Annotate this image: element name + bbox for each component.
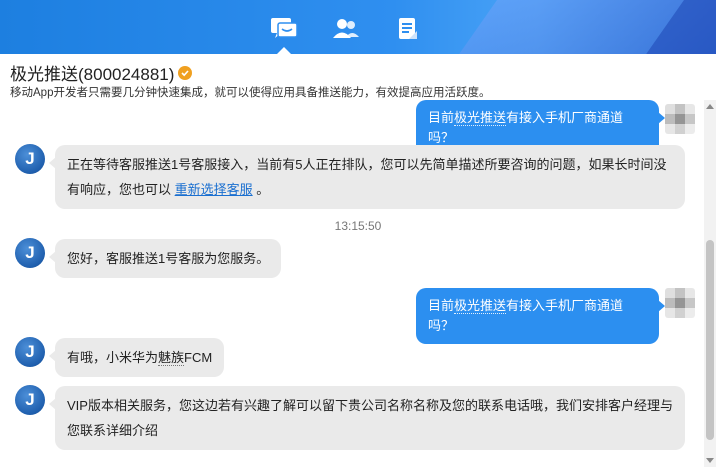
document-icon: [399, 18, 417, 39]
chat-bubble-icon: [271, 18, 298, 38]
message-timestamp: 13:15:50: [334, 219, 382, 233]
user-avatar: [665, 288, 695, 318]
agent-avatar: J: [15, 238, 45, 268]
message-text: 有哦，小米华为魅族FCM: [67, 350, 213, 366]
chat-scrollbar[interactable]: [704, 100, 716, 467]
message-text-line: 您联系详细介绍: [67, 423, 159, 438]
contact-description: 移动App开发者只需要几分钟快速集成，就可以使得应用具备推送能力，有效提高应用活…: [10, 87, 491, 99]
tab-contacts[interactable]: [327, 10, 365, 48]
agent-avatar: J: [15, 385, 45, 415]
message-text-line: VIP版本相关服务，您这边若有兴趣了解可以留下贵公司名称名称及您的联系电话哦，我…: [67, 398, 673, 413]
message-text: 目前极光推送有接入手机厂商通道吗？: [428, 298, 624, 333]
top-bar: [0, 0, 716, 54]
tab-documents[interactable]: [389, 10, 427, 48]
message-incoming: 正在等待客服推送1号客服接入，当前有5人正在排队，您可以先简单描述所要咨询的问题…: [49, 145, 685, 209]
message-text: 目前极光推送有接入手机厂商通道吗？: [428, 110, 624, 145]
contact-info: 极光推送(800024881) 移动App开发者只需要几分钟快速集成，就可以使得…: [0, 54, 716, 100]
verified-badge-icon: [178, 65, 193, 80]
message-incoming: 有哦，小米华为魅族FCM: [48, 338, 225, 377]
scroll-thumb[interactable]: [706, 240, 714, 440]
contacts-icon: [333, 19, 359, 38]
message-text: 您好，客服推送1号客服为您服务。: [67, 251, 270, 266]
message-text-line: 正在等待客服推送1号客服接入，当前有5人正在排队，您可以先简单描述所要咨询的问题…: [67, 157, 667, 172]
agent-avatar: J: [15, 144, 45, 174]
title-row: 极光推送(800024881): [10, 60, 193, 85]
message-text-line: 有响应，您也可以 重新选择客服 。: [67, 182, 270, 197]
message-outgoing: 目前极光推送有接入手机厂商通道吗？: [416, 288, 665, 344]
scroll-up-arrow-icon[interactable]: [704, 100, 716, 112]
scroll-down-arrow-icon[interactable]: [704, 455, 716, 467]
message-incoming: VIP版本相关服务，您这边若有兴趣了解可以留下贵公司名称名称及您的联系电话哦，我…: [49, 386, 685, 450]
reselect-agent-link[interactable]: 重新选择客服: [175, 182, 253, 197]
contact-title: 极光推送(800024881): [10, 65, 175, 84]
user-avatar: [665, 104, 695, 134]
agent-avatar: J: [15, 337, 45, 367]
tab-chat[interactable]: [265, 10, 303, 54]
chat-history[interactable]: 目前极光推送有接入手机厂商通道吗？ J 正在等待客服推送1号客服接入，当前有5人…: [0, 100, 704, 467]
message-incoming: 您好，客服推送1号客服为您服务。: [48, 239, 282, 278]
